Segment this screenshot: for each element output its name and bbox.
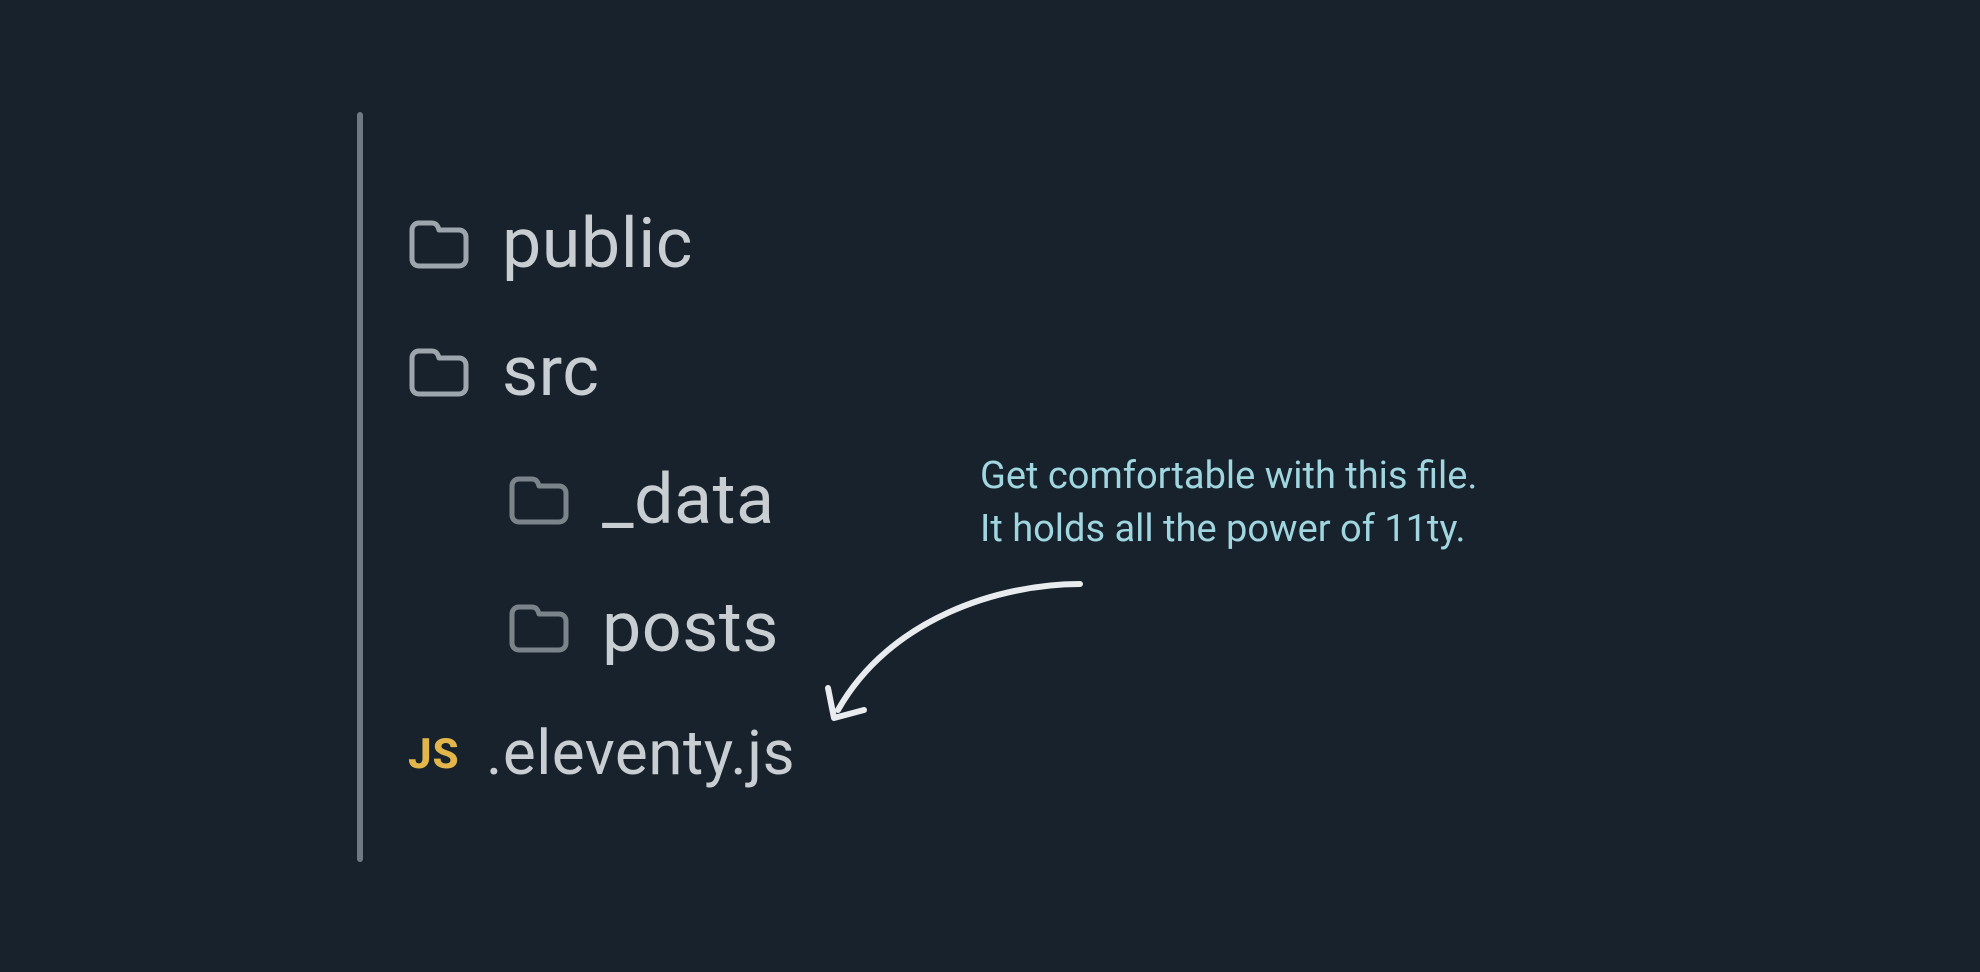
tree-item-eleventy-config[interactable]: JS .eleventy.js — [408, 710, 795, 798]
tree-item-label: posts — [602, 593, 779, 663]
tree-item-label: public — [502, 209, 693, 279]
tree-item-label: src — [502, 337, 599, 407]
folder-icon — [408, 218, 470, 270]
tree-item-posts[interactable]: posts — [408, 584, 795, 672]
folder-icon — [508, 474, 570, 526]
annotation-line-1: Get comfortable with this file. — [980, 450, 1477, 503]
folder-icon — [508, 602, 570, 654]
annotation-arrow-icon — [810, 578, 1100, 738]
tree-item-public[interactable]: public — [408, 200, 795, 288]
tree-item-src[interactable]: src — [408, 328, 795, 416]
annotation-text: Get comfortable with this file. It holds… — [980, 450, 1477, 556]
file-tree: public src _data posts JS .eleventy.js — [408, 200, 795, 838]
folder-icon — [408, 346, 470, 398]
tree-item-label: .eleventy.js — [486, 723, 795, 785]
tree-item-label: _data — [602, 465, 775, 535]
tree-vertical-guide — [357, 112, 363, 862]
tree-item-data[interactable]: _data — [408, 456, 795, 544]
js-file-icon: JS — [408, 730, 470, 779]
annotation-line-2: It holds all the power of 11ty. — [980, 503, 1477, 556]
